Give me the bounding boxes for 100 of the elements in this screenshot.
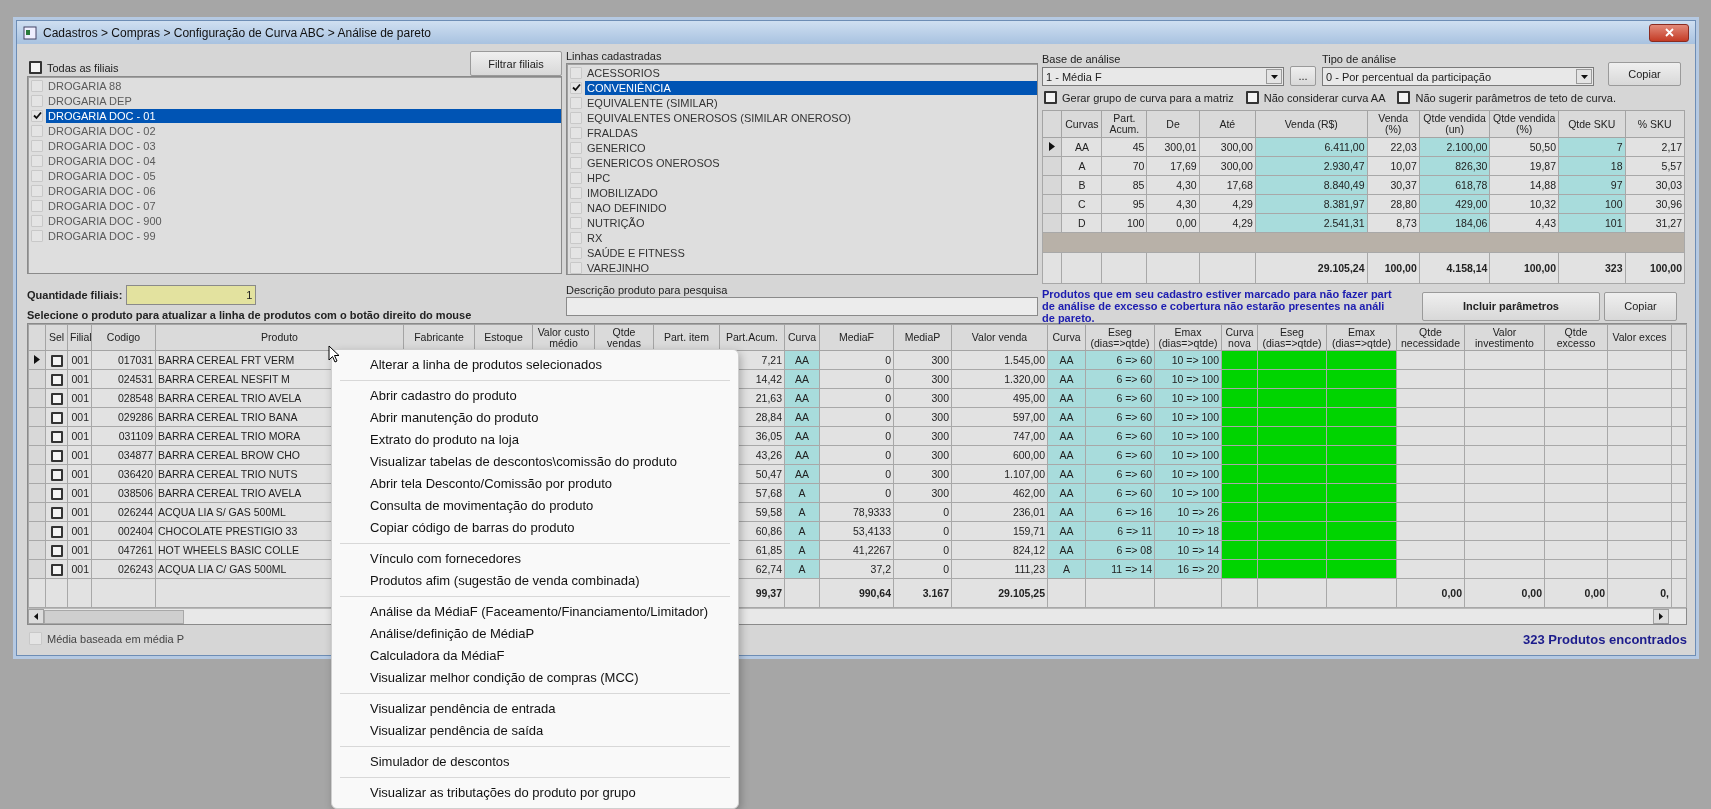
window-title: Cadastros > Compras > Configuração de Curva ABC > Análise de pareto: [43, 25, 431, 40]
list-item[interactable]: SAÚDE E FITNESS: [585, 245, 1037, 260]
list-item[interactable]: CONVENIÊNCIA: [585, 80, 1037, 95]
list-item[interactable]: DROGARIA DEP: [46, 93, 561, 108]
column-header: Venda (R$): [1255, 110, 1368, 138]
list-item[interactable]: ACESSORIOS: [585, 65, 1037, 80]
caret-icon: [1270, 74, 1278, 79]
menu-item[interactable]: Simulador de descontos: [332, 751, 738, 773]
menu-item[interactable]: Visualizar melhor condição de compras (MCC): [332, 667, 738, 689]
checkbox[interactable]: [50, 506, 63, 519]
checkbox[interactable]: [1245, 91, 1259, 104]
column-header: Emax (dias=>qtde): [1154, 324, 1222, 351]
total-cell: 29.105,24: [1255, 252, 1368, 284]
checkbox[interactable]: [50, 449, 63, 462]
scroll-thumb[interactable]: [44, 609, 184, 624]
column-header: Qtde vendas: [594, 324, 654, 351]
column-header: % SKU: [1625, 110, 1685, 138]
list-item[interactable]: NUTRIÇÃO: [585, 215, 1037, 230]
list-item[interactable]: GENERICO: [585, 140, 1037, 155]
close-button[interactable]: [1649, 23, 1689, 42]
list-item[interactable]: HPC: [585, 170, 1037, 185]
menu-item[interactable]: Visualizar pendência de saída: [332, 720, 738, 742]
list-item[interactable]: IMOBILIZADO: [585, 185, 1037, 200]
list-item[interactable]: DROGARIA 88: [46, 78, 561, 93]
checkbox[interactable]: [50, 411, 63, 424]
total-cell: 3.167: [893, 578, 952, 608]
column-header: Curvas: [1061, 110, 1102, 138]
checkbox[interactable]: [1397, 91, 1411, 104]
column-header: Qtde vendida (un): [1419, 110, 1490, 138]
column-header: Eseg (dias=>qtde): [1257, 324, 1327, 351]
list-item[interactable]: EQUIVALENTES ONEROSOS (SIMILAR ONEROSO): [585, 110, 1037, 125]
table-cell: [1199, 252, 1256, 284]
list-item[interactable]: NAO DEFINIDO: [585, 200, 1037, 215]
checkbox[interactable]: [50, 392, 63, 405]
list-item[interactable]: RX: [585, 230, 1037, 245]
scroll-right-button[interactable]: [1653, 609, 1669, 624]
column-header: Até: [1199, 110, 1256, 138]
checkbox-label: Gerar grupo de curva para a matriz: [1062, 91, 1234, 104]
menu-item[interactable]: Visualizar pendência de entrada: [332, 698, 738, 720]
copy-button[interactable]: Copiar: [1604, 291, 1677, 321]
checkbox[interactable]: [50, 354, 63, 367]
checkbox[interactable]: [50, 563, 63, 576]
filter-button[interactable]: Filtrar filiais: [470, 51, 562, 76]
column-header: Curva nova: [1221, 324, 1258, 351]
checkbox[interactable]: [50, 487, 63, 500]
checkbox[interactable]: [50, 525, 63, 538]
browse-button[interactable]: ...: [1290, 66, 1316, 86]
menu-item[interactable]: Calculadora da MédiaF: [332, 645, 738, 667]
column-header: Valor exces: [1607, 324, 1672, 351]
current-row-icon: [34, 355, 40, 364]
result-count: 323 Produtos encontrados: [1523, 632, 1687, 647]
total-cell: 0,: [1607, 578, 1672, 608]
dropdown[interactable]: 1 - Média F: [1042, 67, 1284, 86]
list-item[interactable]: FRALDAS: [585, 125, 1037, 140]
dropdown[interactable]: 0 - Por percentual da participação: [1322, 67, 1594, 86]
copy-button[interactable]: Copiar: [1608, 62, 1681, 86]
list-item[interactable]: DROGARIA DOC - 04: [46, 153, 561, 168]
list-item[interactable]: DROGARIA DOC - 900: [46, 213, 561, 228]
list-item[interactable]: DROGARIA DOC - 02: [46, 123, 561, 138]
total-cell: 100,00: [1489, 252, 1559, 284]
list-item[interactable]: DROGARIA DOC - 99: [46, 228, 561, 243]
scroll-left-button[interactable]: [28, 609, 44, 624]
total-cell: 990,64: [819, 578, 894, 608]
menu-item[interactable]: Visualizar as tributações do produto por grupo: [332, 782, 738, 804]
total-cell: 323: [1558, 252, 1626, 284]
list-item[interactable]: DROGARIA DOC - 01: [46, 108, 561, 123]
checkbox[interactable]: [50, 373, 63, 386]
checkbox[interactable]: [1044, 91, 1057, 104]
app-icon: [23, 25, 37, 40]
total-cell: [1326, 578, 1397, 608]
table-cell: [1146, 252, 1200, 284]
list-label: Linhas cadastradas: [566, 50, 663, 63]
list-item[interactable]: GENERICOS ONEROSOS: [585, 155, 1037, 170]
total-cell: 29.105,25: [951, 578, 1048, 608]
field-label: Descrição produto para pesquisa: [566, 284, 729, 297]
checkbox[interactable]: [50, 430, 63, 443]
column-header: Eseg (dias=>qtde): [1085, 324, 1155, 351]
list-item[interactable]: DROGARIA DOC - 05: [46, 168, 561, 183]
checkbox[interactable]: [50, 468, 63, 481]
menu-item[interactable]: Análise/definição de MédiaP: [332, 623, 738, 645]
column-header: Curva: [784, 324, 820, 351]
column-header: Produto: [155, 324, 404, 351]
column-header: [1042, 110, 1062, 138]
list-item[interactable]: EQUIVALENTE (SIMILAR): [585, 95, 1037, 110]
list-item[interactable]: DROGARIA DOC - 03: [46, 138, 561, 153]
field-label: Quantidade filiais:: [27, 289, 123, 301]
checkbox[interactable]: [50, 544, 63, 557]
column-header: Valor venda: [951, 324, 1048, 351]
checkbox[interactable]: [29, 61, 42, 74]
search-field[interactable]: [566, 297, 1038, 316]
field-label: Base de análise: [1042, 53, 1122, 66]
include-button[interactable]: Incluir parâmetros: [1422, 291, 1600, 321]
list-item[interactable]: DROGARIA DOC - 07: [46, 198, 561, 213]
column-header: MediaP: [893, 324, 952, 351]
list-item[interactable]: DROGARIA DOC - 06: [46, 183, 561, 198]
notice-text: Produtos que em seu cadastro estiver marcado para não fazer part de análise de excesso e cobertura não estarão presentes na análi de pareto.: [1042, 288, 1393, 324]
column-header: Qtde necessidade: [1396, 324, 1465, 351]
caret-icon: [1580, 74, 1588, 79]
list-item[interactable]: VAREJINHO: [585, 260, 1037, 274]
total-cell: [1154, 578, 1222, 608]
